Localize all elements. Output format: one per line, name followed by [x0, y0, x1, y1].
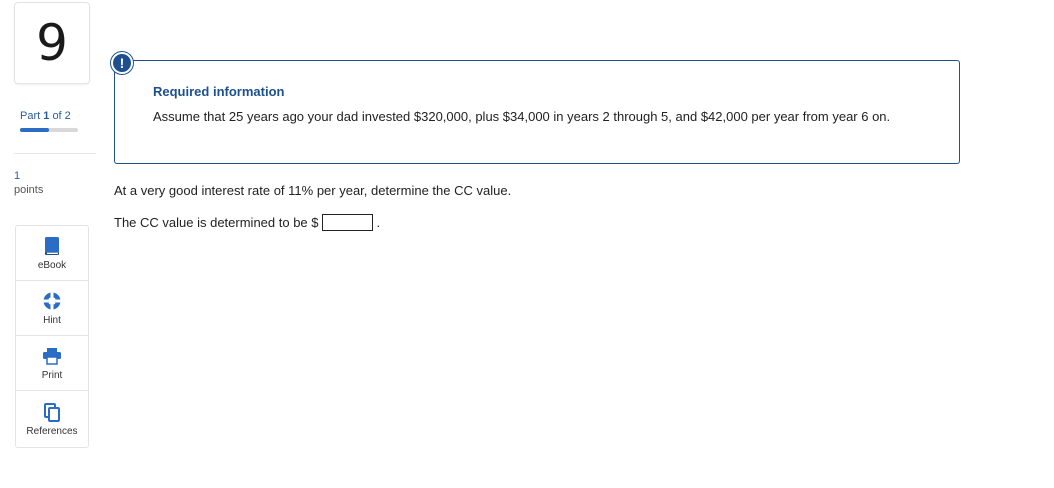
question-number-card: 9 — [14, 2, 90, 84]
part-progress-fill — [20, 128, 49, 132]
answer-prefix: The CC value is determined to be $ — [114, 215, 319, 230]
hint-button[interactable]: Hint — [16, 281, 88, 336]
question-prompt: At a very good interest rate of 11% per … — [114, 183, 512, 198]
part-progress-bar — [20, 128, 78, 132]
printer-icon — [42, 345, 62, 367]
question-number: 9 — [36, 14, 68, 72]
points-value: 1 — [14, 170, 21, 182]
part-prefix: Part — [20, 110, 41, 122]
ebook-label: eBook — [37, 260, 67, 271]
references-label: References — [26, 426, 78, 437]
part-total: of 2 — [52, 110, 71, 122]
info-text: Assume that 25 years ago your dad invest… — [153, 109, 891, 124]
required-information-panel: Required information Assume that 25 year… — [114, 60, 960, 164]
cc-value-input[interactable] — [321, 214, 373, 231]
references-button[interactable]: References — [16, 391, 88, 447]
answer-suffix: . — [376, 215, 381, 230]
documents-icon — [43, 401, 61, 423]
print-label: Print — [41, 370, 63, 381]
book-icon — [43, 235, 61, 257]
hint-label: Hint — [43, 315, 61, 326]
info-title: Required information — [153, 84, 285, 99]
alert-icon: ! — [111, 52, 133, 74]
ebook-button[interactable]: eBook — [16, 226, 88, 281]
part-indicator: Part 1 of 2 — [20, 110, 71, 122]
print-button[interactable]: Print — [16, 336, 88, 391]
tools-panel: eBook Hint Print References — [15, 225, 89, 448]
points-label: points — [14, 184, 44, 196]
answer-line: The CC value is determined to be $ . — [114, 214, 380, 231]
part-current: 1 — [43, 110, 50, 122]
lifebuoy-icon — [42, 290, 62, 312]
sidebar-divider — [14, 153, 96, 154]
